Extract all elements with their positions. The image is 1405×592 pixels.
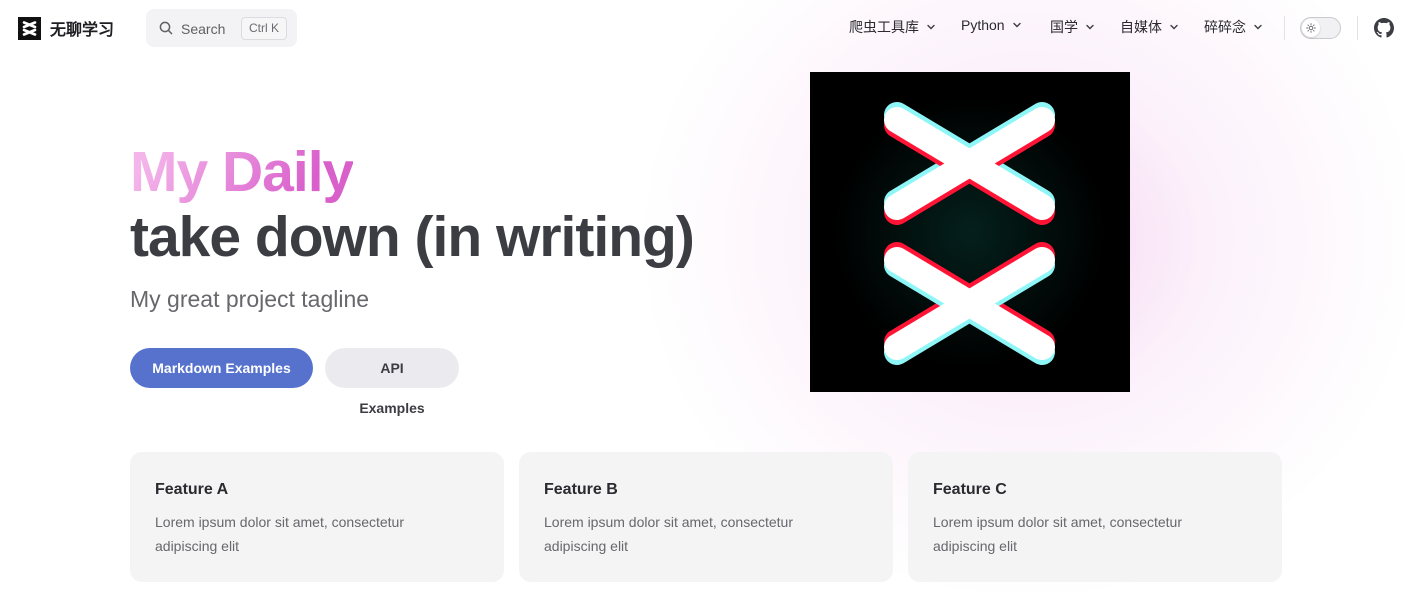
chevron-down-icon (927, 24, 935, 30)
nav-divider (1284, 16, 1285, 40)
nav-item-label: 爬虫工具库 (849, 19, 919, 35)
chevron-down-icon (1254, 24, 1262, 30)
theme-toggle[interactable] (1300, 17, 1341, 39)
search-icon (159, 21, 173, 35)
nav-item-label: Python (961, 17, 1005, 33)
top-navbar: 无聊学习 Search Ctrl K 爬虫工具库 Python 国学 自媒体 碎… (0, 0, 1405, 56)
search-label: Search (181, 21, 226, 37)
nav-item-python[interactable]: Python (961, 17, 1022, 33)
feature-title: Feature C (933, 481, 1007, 498)
feature-title: Feature A (155, 481, 229, 498)
nav-item-label: 碎碎念 (1204, 19, 1246, 35)
api-examples-button[interactable]: API Examples (325, 348, 459, 416)
feature-card-b: Feature B Lorem ipsum dolor sit amet, co… (519, 452, 893, 582)
nav-item-label: 自媒体 (1120, 19, 1162, 35)
feature-details: Lorem ipsum dolor sit amet, consectetur … (933, 514, 1182, 554)
nav-item-musings[interactable]: 碎碎念 (1204, 17, 1263, 37)
hero-text: take down (in writing) (130, 205, 695, 269)
feature-card-a: Feature A Lorem ipsum dolor sit amet, co… (130, 452, 504, 582)
chevron-down-icon (1170, 24, 1178, 30)
feature-details: Lorem ipsum dolor sit amet, consectetur … (155, 514, 404, 554)
site-title: 无聊学习 (50, 22, 115, 39)
feature-title: Feature B (544, 481, 618, 498)
feature-card-c: Feature C Lorem ipsum dolor sit amet, co… (908, 452, 1282, 582)
page: 无聊学习 Search Ctrl K 爬虫工具库 Python 国学 自媒体 碎… (0, 0, 1405, 592)
chevron-down-icon (1012, 22, 1021, 28)
xx-logo-icon (884, 102, 1055, 365)
xx-logo-icon (18, 16, 41, 40)
github-icon[interactable] (1374, 18, 1394, 38)
chevron-down-icon (1086, 24, 1094, 30)
nav-divider (1357, 16, 1358, 40)
nav-item-guoxue[interactable]: 国学 (1050, 17, 1095, 37)
nav-item-crawler-tools[interactable]: 爬虫工具库 (849, 17, 936, 37)
sun-icon (1302, 19, 1320, 37)
nav-item-label: 国学 (1050, 19, 1078, 35)
nav-item-self-media[interactable]: 自媒体 (1120, 17, 1179, 37)
search-shortcut: Ctrl K (241, 17, 287, 40)
markdown-examples-button[interactable]: Markdown Examples (130, 348, 313, 388)
feature-details: Lorem ipsum dolor sit amet, consectetur … (544, 514, 793, 554)
hero-tagline: My great project tagline (130, 286, 370, 312)
hero-logo-image (810, 72, 1130, 392)
site-brand[interactable]: 无聊学习 (18, 16, 114, 40)
hero-name: My Daily (130, 140, 354, 204)
